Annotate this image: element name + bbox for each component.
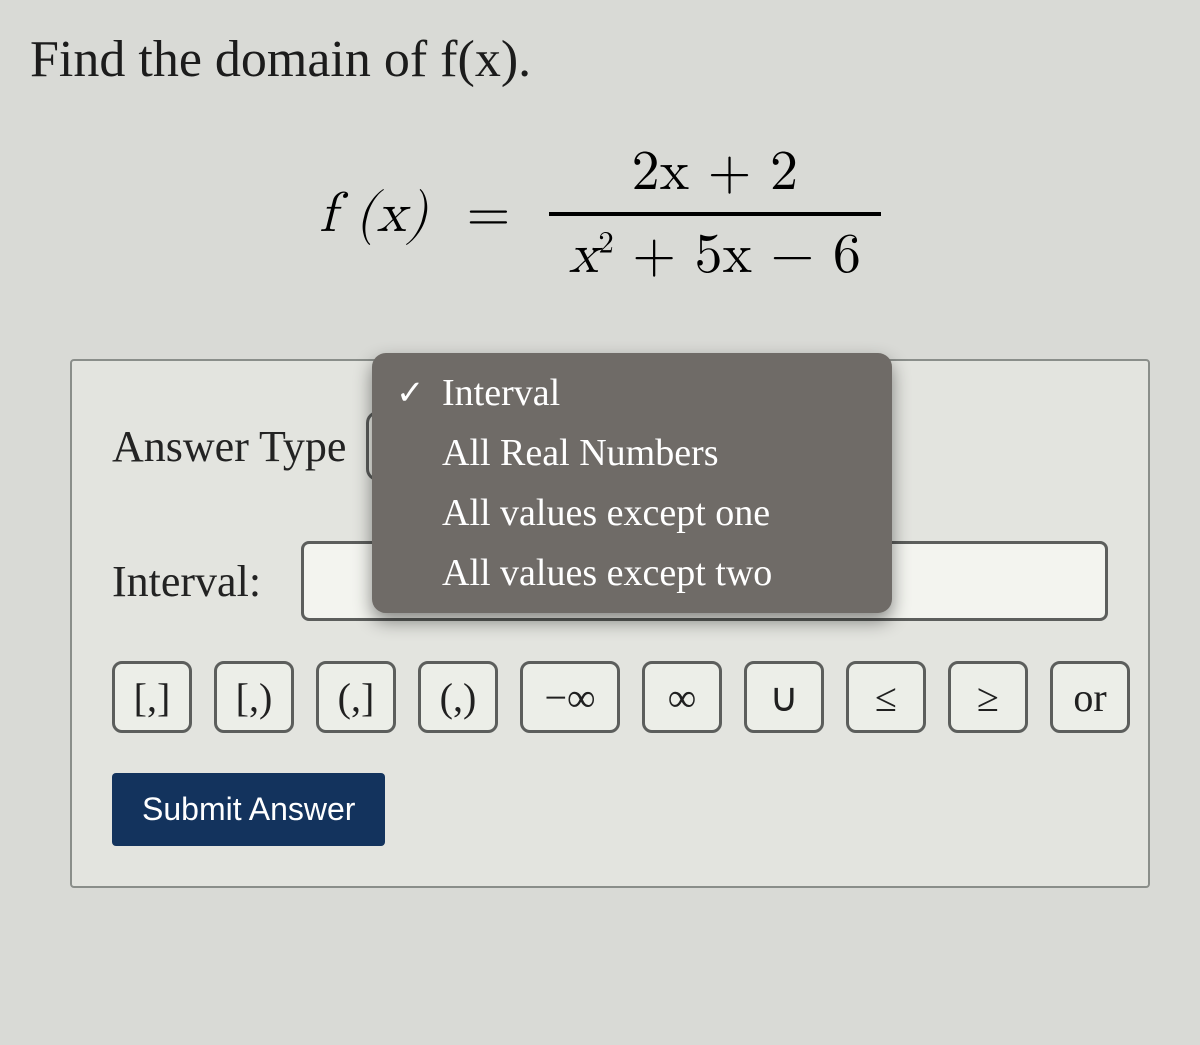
equation-fraction: 2x + 2 x2 + 5x − 6: [549, 139, 881, 289]
dropdown-option-label: All Real Numbers: [442, 432, 719, 474]
dropdown-option-label: All values except one: [442, 492, 770, 534]
dropdown-option-except-one[interactable]: All values except one: [372, 483, 892, 543]
dropdown-option-all-real[interactable]: All Real Numbers: [372, 423, 892, 483]
sym-or[interactable]: or: [1050, 661, 1130, 733]
answer-type-dropdown[interactable]: ✓ Interval All Real Numbers All values e…: [372, 353, 892, 613]
check-icon: ✓: [396, 373, 425, 413]
den-rest: + 5x − 6: [614, 227, 861, 283]
equation: f (x) = 2x + 2 x2 + 5x − 6: [30, 139, 1170, 289]
answer-panel: Answer Type ✓ Interval All Real Numbers …: [70, 359, 1150, 888]
submit-button[interactable]: Submit Answer: [112, 773, 385, 846]
answer-type-label: Answer Type: [112, 421, 346, 472]
den-exp: 2: [598, 227, 613, 258]
sym-union[interactable]: ∪: [744, 661, 824, 733]
equation-denominator: x2 + 5x − 6: [549, 212, 881, 289]
numerator-text: 2x + 2: [632, 144, 798, 200]
symbol-row: [,] [,) (,] (,) −∞ ∞ ∪ ≤ ≥ or: [112, 661, 1108, 733]
page: Find the domain of f(x). f (x) = 2x + 2 …: [0, 0, 1200, 1045]
equation-numerator: 2x + 2: [549, 139, 881, 212]
dropdown-option-interval[interactable]: ✓ Interval: [372, 363, 892, 423]
equation-equals: =: [467, 181, 511, 248]
question-prompt: Find the domain of f(x).: [30, 30, 1170, 89]
dropdown-option-label: All values except two: [442, 552, 772, 594]
den-x: x: [569, 227, 599, 283]
dropdown-option-except-two[interactable]: All values except two: [372, 543, 892, 603]
sym-ge[interactable]: ≥: [948, 661, 1028, 733]
interval-label: Interval:: [112, 556, 261, 607]
sym-closed-open[interactable]: [,): [214, 661, 294, 733]
equation-lhs: f (x): [319, 181, 428, 248]
sym-open-open[interactable]: (,): [418, 661, 498, 733]
sym-neg-infinity[interactable]: −∞: [520, 661, 620, 733]
sym-open-closed[interactable]: (,]: [316, 661, 396, 733]
sym-infinity[interactable]: ∞: [642, 661, 722, 733]
sym-le[interactable]: ≤: [846, 661, 926, 733]
sym-closed-closed[interactable]: [,]: [112, 661, 192, 733]
dropdown-option-label: Interval: [442, 372, 560, 414]
